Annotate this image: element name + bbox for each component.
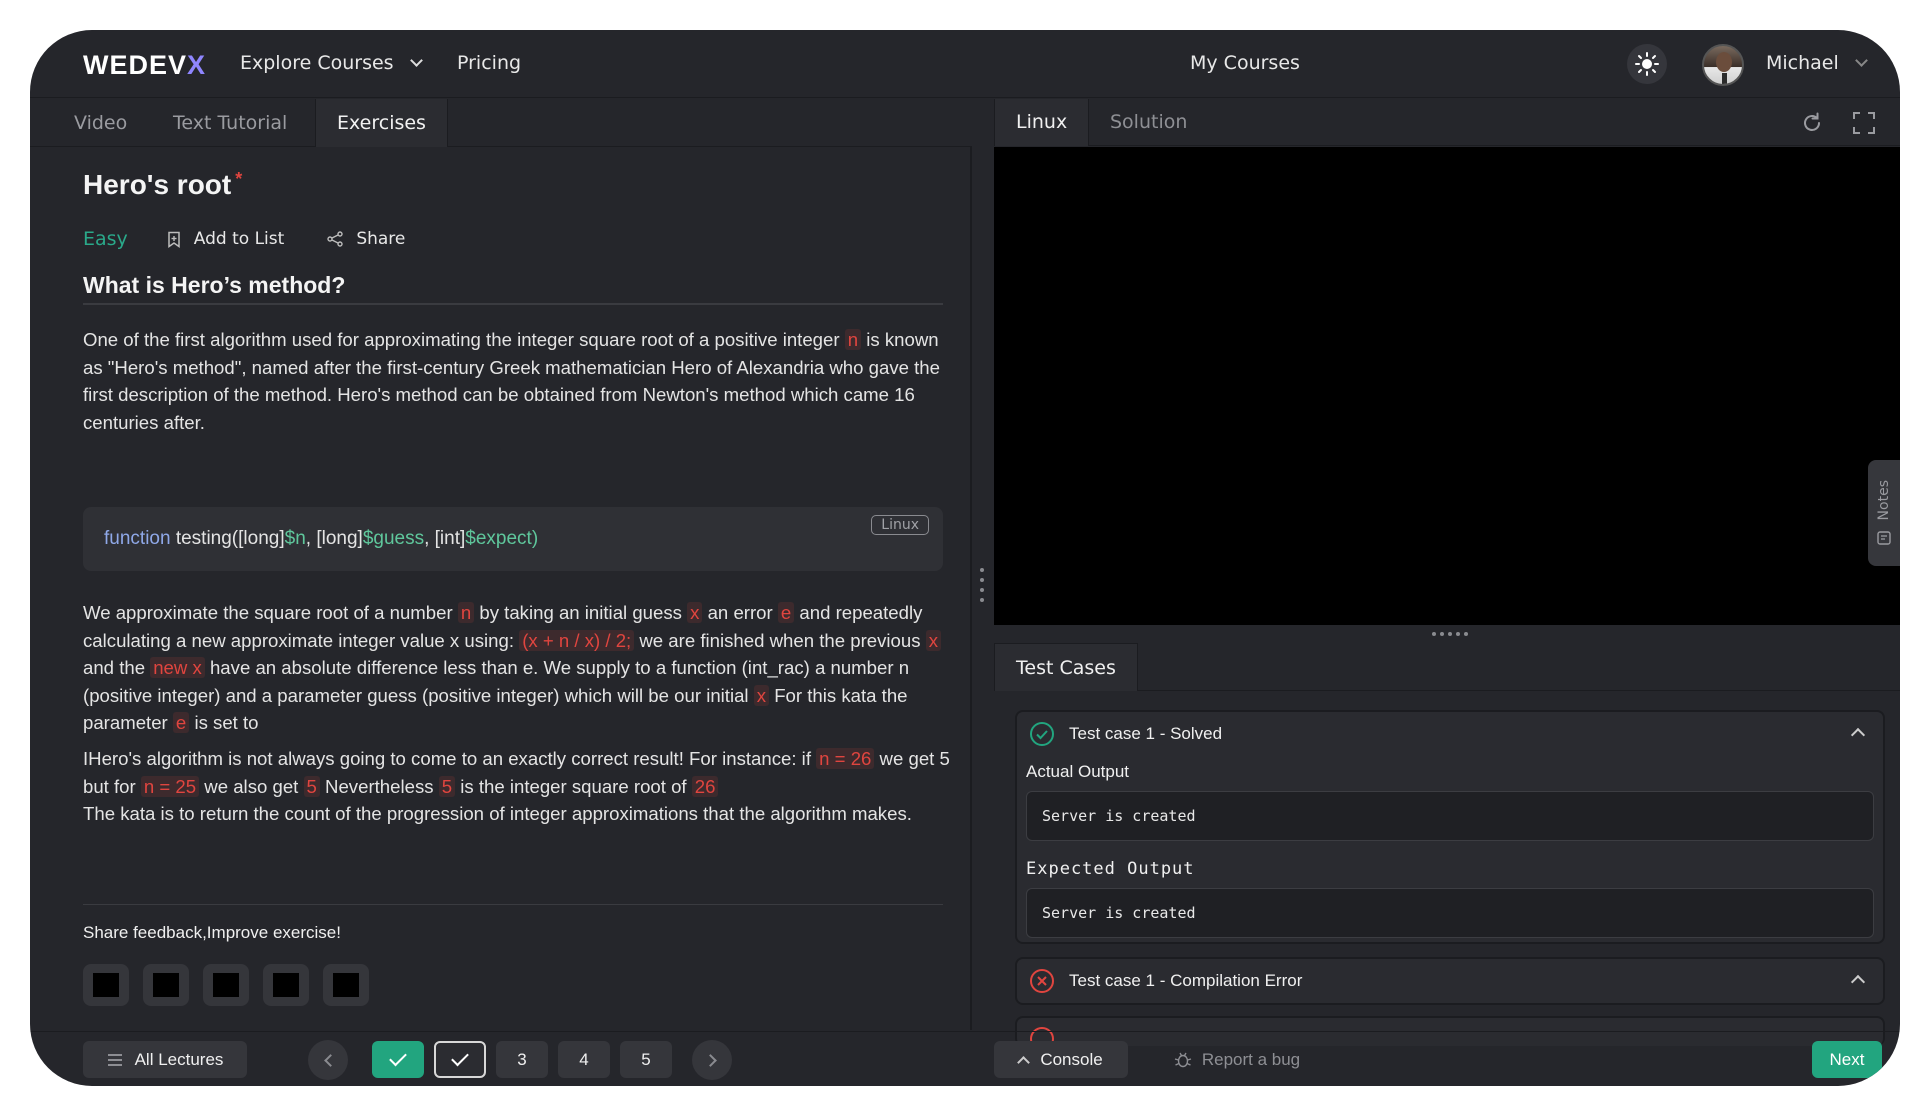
refresh-icon[interactable] bbox=[1800, 111, 1824, 135]
tab-solution[interactable]: Solution bbox=[1110, 99, 1187, 146]
expected-output-label: Expected Output bbox=[1026, 859, 1195, 879]
rating-option-4[interactable] bbox=[263, 964, 309, 1006]
actual-output-value: Server is created bbox=[1026, 791, 1874, 841]
feedback-prompt: Share feedback,Improve exercise! bbox=[83, 923, 341, 942]
page-1-button[interactable] bbox=[372, 1041, 424, 1078]
lesson-tabs: Video Text Tutorial Exercises bbox=[30, 99, 972, 147]
add-to-list-button[interactable]: Add to List bbox=[166, 229, 284, 249]
console-button[interactable]: Console bbox=[994, 1041, 1128, 1078]
paragraph-intro: One of the first algorithm used for appr… bbox=[83, 329, 940, 433]
test-cases-tabs: Test Cases bbox=[994, 643, 1900, 691]
user-name: Michael bbox=[1766, 52, 1839, 74]
exercise-meta: Easy Add to List Share bbox=[83, 228, 447, 250]
difficulty-badge: Easy bbox=[83, 228, 128, 250]
chevron-left-icon bbox=[323, 1053, 337, 1067]
check-icon bbox=[389, 1048, 407, 1067]
tab-video[interactable]: Video bbox=[74, 99, 127, 147]
test-case-card-error: Test case 1 - Compilation Error bbox=[1015, 957, 1885, 1005]
bookmark-icon bbox=[168, 231, 180, 248]
error-circle-icon bbox=[1030, 969, 1054, 993]
pricing-link[interactable]: Pricing bbox=[457, 52, 521, 74]
feedback-rating bbox=[83, 964, 369, 1006]
test-case-header[interactable]: Test case 1 - Solved bbox=[1017, 712, 1883, 756]
paragraph-example: IHero's algorithm is not always going to… bbox=[83, 748, 950, 825]
my-courses-link[interactable]: My Courses bbox=[1190, 52, 1300, 74]
explore-courses-menu[interactable]: Explore Courses bbox=[240, 52, 423, 74]
test-case-card-solved: Test case 1 - Solved Actual Output Serve… bbox=[1015, 710, 1885, 944]
rating-option-5[interactable] bbox=[323, 964, 369, 1006]
code-language-tag: Linux bbox=[871, 515, 929, 535]
chevron-down-icon bbox=[409, 53, 423, 67]
chevron-up-icon[interactable] bbox=[1850, 727, 1866, 743]
rating-option-2[interactable] bbox=[143, 964, 189, 1006]
code-block: function testing([long]$n, [long]$guess,… bbox=[83, 507, 943, 571]
check-circle-icon bbox=[1030, 722, 1054, 746]
chevron-up-icon[interactable] bbox=[1850, 974, 1866, 990]
fullscreen-icon[interactable] bbox=[1852, 111, 1876, 135]
share-button[interactable]: Share bbox=[326, 229, 405, 249]
terminal-screen[interactable] bbox=[994, 147, 1900, 625]
sun-icon bbox=[1635, 52, 1659, 76]
report-bug-button[interactable]: Report a bug bbox=[1162, 1041, 1312, 1078]
explore-courses-label: Explore Courses bbox=[240, 52, 394, 74]
exercise-panel: Hero's root * Easy Add to List Share What… bbox=[30, 147, 972, 1030]
bottom-bar: All Lectures 3 4 5 Console Report a bug … bbox=[30, 1031, 1900, 1086]
app-window: WEDEVX Explore Courses Pricing My Course… bbox=[30, 30, 1900, 1086]
editor-tabs: Linux Solution bbox=[994, 99, 1900, 146]
tab-text-tutorial[interactable]: Text Tutorial bbox=[173, 99, 287, 147]
check-icon bbox=[451, 1048, 469, 1067]
expected-output-value: Server is created bbox=[1026, 888, 1874, 938]
paragraph-method: We approximate the square root of a numb… bbox=[83, 599, 953, 737]
prev-page-button[interactable] bbox=[308, 1040, 348, 1080]
chevron-up-icon bbox=[1017, 1055, 1031, 1069]
logo[interactable]: WEDEVX bbox=[83, 50, 206, 81]
theme-toggle-button[interactable] bbox=[1627, 44, 1667, 84]
page-5-button[interactable]: 5 bbox=[620, 1041, 672, 1078]
exercise-title: Hero's root * bbox=[83, 169, 243, 200]
top-nav: WEDEVX Explore Courses Pricing My Course… bbox=[30, 30, 1900, 98]
all-lectures-button[interactable]: All Lectures bbox=[83, 1041, 247, 1078]
rating-option-1[interactable] bbox=[83, 964, 129, 1006]
test-case-title: Test case 1 - Compilation Error bbox=[1069, 971, 1303, 990]
page-4-button[interactable]: 4 bbox=[558, 1041, 610, 1078]
next-page-button[interactable] bbox=[692, 1040, 732, 1080]
actual-output-label: Actual Output bbox=[1026, 762, 1130, 781]
tab-test-cases[interactable]: Test Cases bbox=[994, 643, 1138, 691]
rating-option-3[interactable] bbox=[203, 964, 249, 1006]
test-case-header[interactable]: Test case 1 - Compilation Error bbox=[1017, 959, 1883, 1003]
user-menu[interactable]: Michael bbox=[1766, 52, 1868, 74]
tab-exercises[interactable]: Exercises bbox=[315, 99, 448, 147]
page-2-button[interactable] bbox=[434, 1041, 486, 1078]
section-heading: What is Hero’s method? bbox=[83, 272, 346, 298]
test-case-title: Test case 1 - Solved bbox=[1069, 724, 1223, 743]
notes-icon bbox=[1877, 531, 1891, 545]
bug-icon bbox=[1174, 1052, 1192, 1067]
next-button[interactable]: Next bbox=[1812, 1041, 1882, 1078]
chevron-right-icon bbox=[703, 1053, 717, 1067]
divider bbox=[83, 303, 943, 305]
divider bbox=[83, 904, 943, 905]
share-icon bbox=[327, 231, 344, 247]
chevron-down-icon bbox=[1854, 53, 1868, 67]
notes-tab[interactable]: Notes bbox=[1868, 460, 1900, 566]
vertical-resize-handle[interactable] bbox=[980, 568, 984, 608]
function-signature: function testing([long]$n, [long]$guess,… bbox=[104, 528, 539, 549]
horizontal-resize-handle[interactable] bbox=[1432, 632, 1468, 636]
menu-icon bbox=[107, 1053, 122, 1066]
page-3-button[interactable]: 3 bbox=[496, 1041, 548, 1078]
tab-linux[interactable]: Linux bbox=[995, 99, 1090, 146]
avatar[interactable] bbox=[1702, 44, 1744, 86]
